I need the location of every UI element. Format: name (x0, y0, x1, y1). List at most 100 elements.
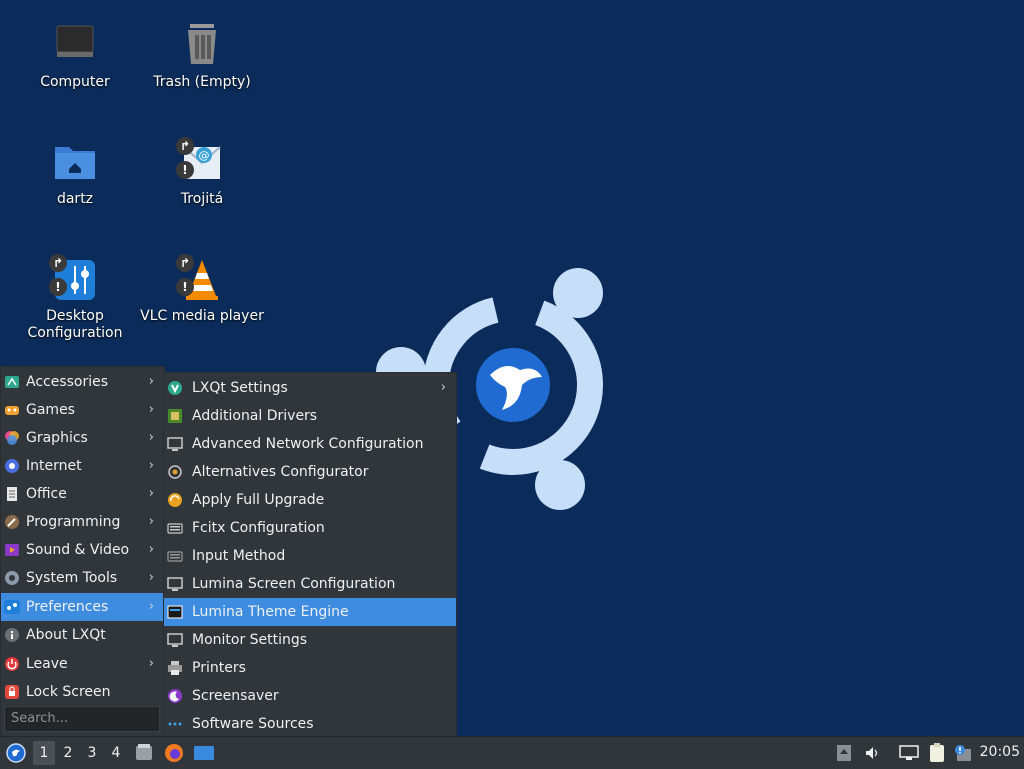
desktop-icon-label: dartz (56, 191, 94, 207)
menu-item-label: LXQt Settings (192, 380, 288, 396)
menu-item-preferences[interactable]: Preferences › (1, 593, 164, 621)
lubuntu-start-icon (6, 743, 26, 763)
menu-item-advanced-network[interactable]: Advanced Network Configuration (164, 430, 456, 458)
menu-item-label: Preferences (26, 599, 109, 615)
menu-item-software-sources[interactable]: Software Sources (164, 710, 456, 738)
clock[interactable]: 20:05 (980, 744, 1020, 760)
application-menu: Accessories › Games › Graphics › Interne… (0, 366, 165, 738)
menu-item-internet[interactable]: Internet › (1, 452, 164, 480)
menu-item-label: Software Sources (192, 716, 314, 732)
menu-item-sound-video[interactable]: Sound & Video › (1, 536, 164, 564)
menu-item-games[interactable]: Games › (1, 396, 164, 424)
network-wired-icon (899, 745, 919, 760)
workspace-2[interactable]: 2 (57, 741, 79, 765)
menu-search-input[interactable]: Search... (4, 706, 160, 732)
desktop-icon-vlc[interactable]: ↱ ! VLC media player (137, 254, 267, 325)
menu-item-lxqt-settings[interactable]: LXQt Settings › (164, 374, 456, 402)
programming-icon (4, 514, 20, 530)
menu-item-programming[interactable]: Programming › (1, 508, 164, 536)
menu-item-apply-full-upgrade[interactable]: Apply Full Upgrade (164, 486, 456, 514)
screensaver-icon (167, 688, 183, 704)
tray-notification[interactable] (952, 741, 974, 765)
desktop-icon-home-folder[interactable]: dartz (10, 139, 140, 208)
chevron-right-icon: › (148, 656, 154, 671)
workspace-3[interactable]: 3 (81, 741, 103, 765)
workspace-4[interactable]: 4 (105, 741, 127, 765)
menu-item-leave[interactable]: Leave › (1, 650, 164, 678)
menu-item-printers[interactable]: Printers (164, 654, 456, 682)
monitor-icon (167, 576, 183, 592)
menu-item-label: Lumina Screen Configuration (192, 576, 396, 592)
warning-emblem-icon: ! (176, 161, 194, 179)
menu-item-accessories[interactable]: Accessories › (1, 368, 164, 396)
system-tools-icon (4, 570, 20, 586)
menu-item-monitor-settings[interactable]: Monitor Settings (164, 626, 456, 654)
keyboard-icon (167, 520, 183, 536)
menu-item-alternatives-configurator[interactable]: Alternatives Configurator (164, 458, 456, 486)
computer-icon (51, 22, 99, 70)
link-emblem-icon: ↱ (49, 254, 67, 272)
show-desktop-button[interactable] (192, 741, 216, 765)
menu-item-lock-screen[interactable]: Lock Screen (1, 678, 164, 706)
sound-video-icon (4, 542, 20, 558)
menu-item-label: Monitor Settings (192, 632, 308, 648)
menu-item-additional-drivers[interactable]: Additional Drivers (164, 402, 456, 430)
start-menu-button[interactable] (4, 741, 28, 765)
chevron-right-icon: › (148, 514, 154, 529)
keyboard-icon (167, 548, 183, 564)
power-icon (4, 656, 20, 672)
menu-item-label: System Tools (26, 570, 118, 586)
file-manager-launcher[interactable] (132, 741, 156, 765)
vlc-cone-icon: ↱ ! (176, 254, 226, 304)
accessories-icon (4, 374, 20, 390)
desktop-icon-desktop-configuration[interactable]: ↱ ! Desktop Configuration (10, 254, 140, 342)
menu-item-label: About LXQt (26, 627, 106, 643)
menu-item-label: Programming (26, 514, 121, 530)
tray-clipboard[interactable] (926, 741, 948, 765)
menu-item-fcitx-configuration[interactable]: Fcitx Configuration (164, 514, 456, 542)
printer-icon (167, 660, 183, 676)
menu-item-screensaver[interactable]: Screensaver (164, 682, 456, 710)
desktop-icon-label: Computer (40, 74, 110, 90)
menu-item-lumina-theme-engine[interactable]: Lumina Theme Engine (164, 598, 456, 626)
menu-item-office[interactable]: Office › (1, 480, 164, 508)
menu-item-label: Graphics (26, 430, 88, 446)
menu-item-input-method[interactable]: Input Method (164, 542, 456, 570)
firefox-launcher[interactable] (162, 741, 186, 765)
desktop-icon-trojita[interactable]: @ ↱ ! Trojitá (137, 137, 267, 208)
info-icon (4, 627, 20, 643)
menu-item-label: Advanced Network Configuration (192, 436, 424, 452)
workspace-1[interactable]: 1 (33, 741, 55, 765)
upgrade-icon (167, 492, 183, 508)
office-icon (4, 486, 20, 502)
menu-item-label: Leave (26, 656, 68, 672)
menu-item-graphics[interactable]: Graphics › (1, 424, 164, 452)
desktop-icon-trash[interactable]: Trash (Empty) (137, 22, 267, 91)
file-manager-icon (136, 744, 152, 760)
trash-icon (178, 22, 226, 70)
tray-network[interactable] (898, 741, 920, 765)
menu-item-label: Printers (192, 660, 246, 676)
menu-item-lumina-screen-configuration[interactable]: Lumina Screen Configuration (164, 570, 456, 598)
tray-volume[interactable] (862, 741, 882, 765)
menu-item-label: Screensaver (192, 688, 279, 704)
tray-updates[interactable] (834, 741, 854, 765)
desktop-icon-label: Trash (Empty) (153, 74, 251, 90)
folder-icon (51, 139, 99, 187)
menu-item-about-lxqt[interactable]: About LXQt (1, 621, 164, 649)
chip-icon (167, 408, 183, 424)
network-icon (167, 436, 183, 452)
menu-item-label: Lumina Theme Engine (192, 604, 349, 620)
menu-item-system-tools[interactable]: System Tools › (1, 564, 164, 592)
graphics-icon (4, 430, 20, 446)
alternatives-icon (167, 464, 183, 480)
warning-emblem-icon: ! (49, 278, 67, 296)
menu-item-label: Apply Full Upgrade (192, 492, 325, 508)
preferences-icon (4, 599, 20, 615)
link-emblem-icon: ↱ (176, 137, 194, 155)
clipboard-icon (930, 743, 944, 762)
menu-item-label: Additional Drivers (192, 408, 318, 424)
desktop-icon-label: Trojitá (180, 191, 224, 207)
desktop-icon-computer[interactable]: Computer (10, 22, 140, 91)
software-sources-icon (167, 716, 183, 732)
